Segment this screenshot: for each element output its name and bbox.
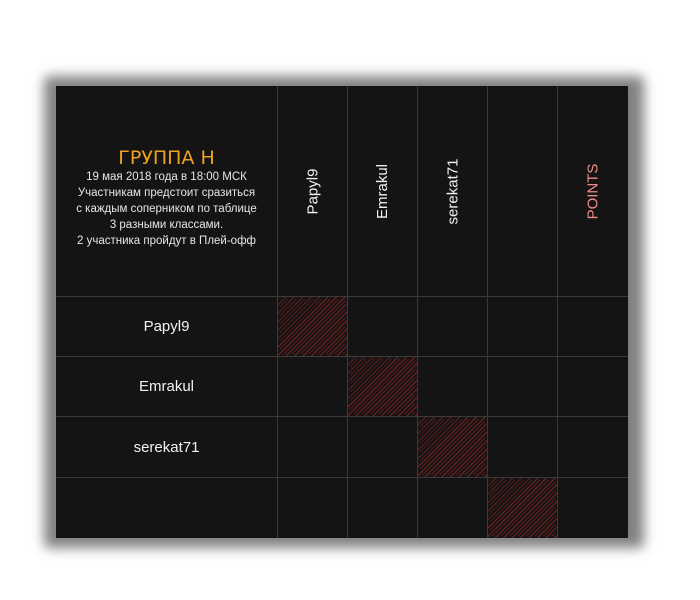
points-cell xyxy=(558,357,628,417)
points-cell xyxy=(558,478,628,538)
group-table: ГРУППА Н 19 мая 2018 года в 18:00 МСК Уч… xyxy=(56,86,628,538)
score-cell xyxy=(418,478,488,538)
score-cell xyxy=(348,297,418,357)
score-cell xyxy=(488,297,558,357)
self-match-cell xyxy=(278,297,348,357)
self-match-cell xyxy=(418,417,488,478)
score-cell xyxy=(418,357,488,417)
column-header-papyl9: Papyl9 xyxy=(278,86,348,297)
row-header-empty xyxy=(56,478,278,538)
column-label: Emrakul xyxy=(373,163,391,219)
info-line-5: 2 участника пройдут в Плей-офф xyxy=(76,235,256,247)
self-match-cell xyxy=(348,357,418,417)
column-header-points: POINTS xyxy=(558,86,628,297)
points-cell xyxy=(558,417,628,478)
column-header-serekat71: serekat71 xyxy=(418,86,488,297)
score-cell xyxy=(278,478,348,538)
group-info-header: ГРУППА Н 19 мая 2018 года в 18:00 МСК Уч… xyxy=(56,86,278,297)
score-cell xyxy=(348,478,418,538)
row-label: Emrakul xyxy=(138,378,194,395)
points-cell xyxy=(558,297,628,357)
score-cell xyxy=(488,357,558,417)
column-label: Papyl9 xyxy=(304,168,321,214)
score-cell xyxy=(278,357,348,417)
row-header-papyl9: Papyl9 xyxy=(56,297,278,357)
row-header-serekat71: serekat71 xyxy=(56,417,278,478)
group-title: ГРУППА Н xyxy=(118,147,215,169)
self-match-cell xyxy=(488,478,558,538)
score-cell xyxy=(278,417,348,478)
row-label: serekat71 xyxy=(133,438,200,456)
row-label: Papyl9 xyxy=(143,318,190,335)
row-header-emrakul: Emrakul xyxy=(56,357,278,417)
info-line-3: с каждым соперником по таблице xyxy=(76,203,257,215)
info-line-date: 19 мая 2018 года в 18:00 МСК xyxy=(86,171,247,183)
score-cell xyxy=(488,417,558,478)
points-label: POINTS xyxy=(584,163,602,219)
score-cell xyxy=(348,417,418,478)
column-label: serekat71 xyxy=(444,158,461,224)
score-cell xyxy=(418,297,488,357)
info-line-4: 3 разными классами. xyxy=(109,219,224,231)
column-header-empty xyxy=(488,86,558,297)
column-header-emrakul: Emrakul xyxy=(348,86,418,297)
info-line-2: Участникам предстоит сразиться xyxy=(77,187,256,199)
